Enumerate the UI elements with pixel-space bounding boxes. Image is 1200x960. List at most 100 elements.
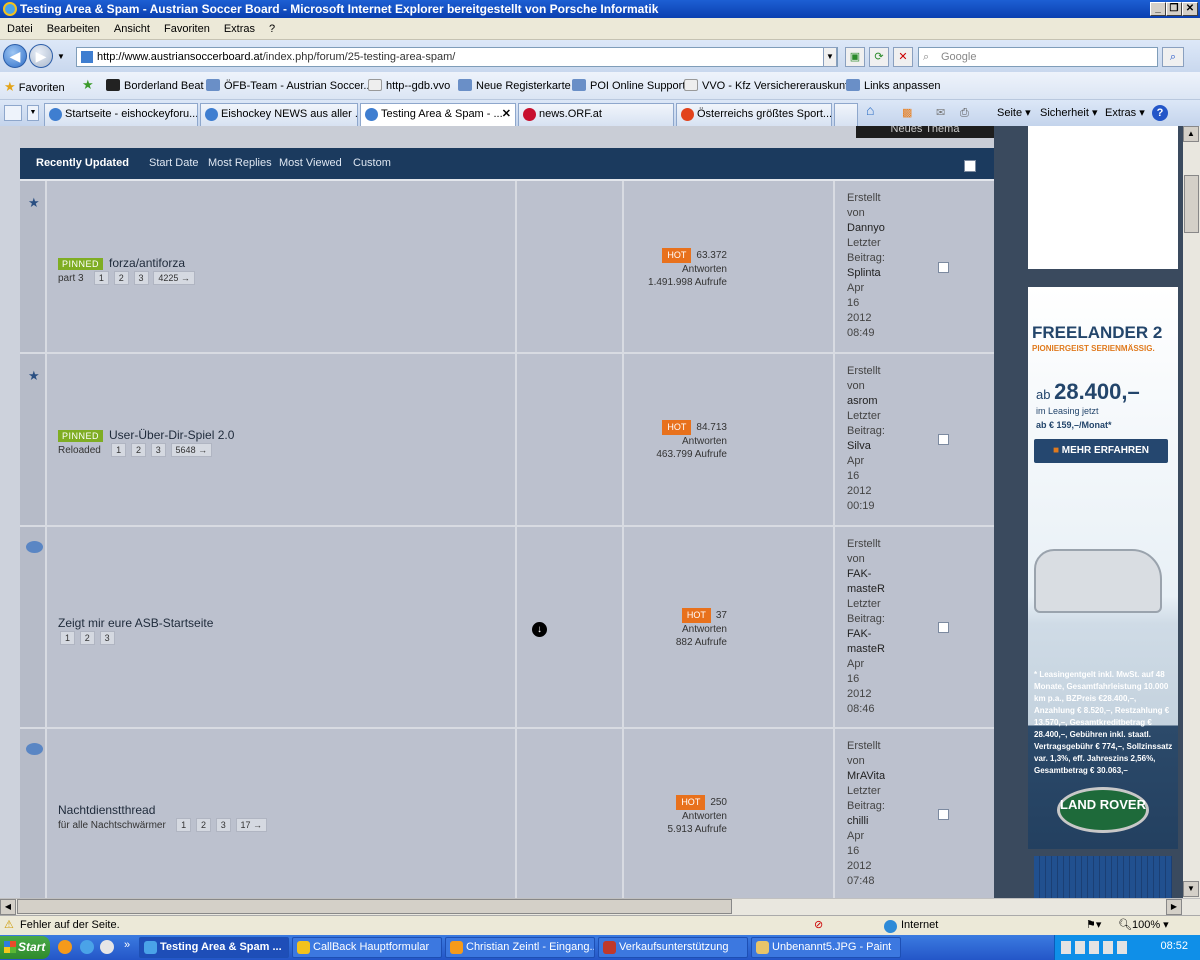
starter-username[interactable]: FAK-: [847, 567, 885, 582]
tab-eishockey-news[interactable]: Eishockey NEWS aus aller ...: [200, 103, 358, 126]
starter-username[interactable]: MrAVita: [847, 769, 885, 784]
page-link[interactable]: 2: [130, 443, 146, 457]
security-zone[interactable]: Internet: [901, 916, 938, 935]
fav-vvo-kfz[interactable]: VVO - Kfz Versichererauskunft: [684, 79, 851, 92]
menu-help[interactable]: ?: [262, 18, 282, 40]
back-button[interactable]: ◀: [3, 44, 27, 68]
close-tab-icon[interactable]: ✕: [502, 104, 511, 124]
topic-checkbox[interactable]: [938, 622, 949, 633]
last-poster-username[interactable]: Splinta: [847, 266, 885, 281]
fav-gdb-vvo[interactable]: http--gdb.vvo: [368, 79, 450, 92]
start-button[interactable]: Start: [0, 936, 50, 959]
tab-testing-area[interactable]: Testing Area & Spam - ... ✕: [360, 103, 516, 126]
tab-startseite[interactable]: Startseite - eishockeyforu...: [44, 103, 198, 126]
page-link[interactable]: 1: [176, 818, 192, 832]
refresh-icon[interactable]: ⟳: [869, 47, 889, 67]
topic-title[interactable]: Nachtdienstthread: [58, 803, 155, 817]
page-link[interactable]: 1: [93, 271, 109, 285]
scroll-up-icon[interactable]: ▲: [1183, 126, 1199, 142]
tab-list-dropdown-icon[interactable]: ▼: [27, 105, 39, 121]
home-icon[interactable]: ⌂: [866, 102, 874, 118]
fav-borderland-beat[interactable]: Borderland Beat: [106, 79, 204, 92]
fav-oefb-team[interactable]: ÖFB-Team - Austrian Soccer...: [206, 79, 373, 92]
land-rover-ad[interactable]: FREELANDER 2 PIONIERGEIST SERIENMÄSSIG. …: [1028, 287, 1178, 849]
menu-bearbeiten[interactable]: Bearbeiten: [40, 18, 107, 40]
extras-menu[interactable]: Extras ▾: [1105, 105, 1145, 121]
filter-most-replies[interactable]: Most Replies: [208, 157, 272, 169]
last-post-time[interactable]: 00:19: [847, 499, 885, 514]
select-all-checkbox[interactable]: [964, 160, 976, 172]
starter-username[interactable]: Dannyo: [847, 221, 885, 236]
last-page-link[interactable]: 17 →: [235, 818, 268, 832]
tab-news-orf[interactable]: news.ORF.at: [518, 103, 674, 126]
filter-start-date[interactable]: Start Date: [149, 157, 199, 169]
popup-blocker-icon[interactable]: ⚑▾: [1086, 916, 1101, 935]
filter-most-viewed[interactable]: Most Viewed: [279, 157, 342, 169]
new-tab-button[interactable]: [834, 103, 858, 126]
last-poster-username[interactable]: FAK-: [847, 627, 885, 642]
page-link[interactable]: 3: [150, 443, 166, 457]
minimize-button[interactable]: _: [1150, 2, 1166, 16]
task-testing-area[interactable]: Testing Area & Spam ...: [139, 937, 289, 958]
topic-title[interactable]: User-Über-Dir-Spiel 2.0: [109, 428, 234, 442]
zoom-level[interactable]: 🔍︎100% ▾: [1118, 916, 1169, 935]
stop-icon[interactable]: ✕: [893, 47, 913, 67]
topic-checkbox[interactable]: [938, 809, 949, 820]
compatibility-view-icon[interactable]: ▣: [845, 47, 865, 67]
seite-menu[interactable]: Seite ▾: [997, 105, 1031, 121]
media-quicklaunch-icon[interactable]: [100, 940, 114, 954]
quicklaunch-more-icon[interactable]: »: [124, 939, 130, 951]
feeds-icon[interactable]: ▩: [902, 105, 912, 121]
filter-custom[interactable]: Custom: [353, 157, 391, 169]
last-post-time[interactable]: 07:48: [847, 874, 885, 889]
ad-banner-grid[interactable]: [1034, 856, 1172, 898]
topic-checkbox[interactable]: [938, 434, 949, 445]
horizontal-scroll-thumb[interactable]: [17, 899, 732, 914]
last-poster-username[interactable]: chilli: [847, 814, 885, 829]
history-dropdown-icon[interactable]: ▼: [57, 52, 65, 61]
topic-title[interactable]: Zeigt mir eure ASB-Startseite: [58, 616, 213, 630]
fav-neue-registerkarte[interactable]: Neue Registerkarte: [458, 79, 571, 92]
search-icon[interactable]: ⌕: [1162, 47, 1184, 67]
page-link[interactable]: 2: [195, 818, 211, 832]
quicklaunch-icon[interactable]: [58, 940, 72, 954]
filter-recently-updated[interactable]: Recently Updated: [36, 157, 129, 169]
last-poster-username[interactable]: Silva: [847, 439, 885, 454]
quick-tabs-icon[interactable]: [4, 105, 22, 121]
vertical-scrollbar[interactable]: ▲ ▼: [1183, 126, 1200, 898]
starter-username[interactable]: masteR: [847, 582, 885, 597]
topic-checkbox[interactable]: [938, 262, 949, 273]
last-post-time[interactable]: 08:46: [847, 702, 885, 717]
last-post-time[interactable]: 08:49: [847, 326, 885, 341]
close-button[interactable]: ✕: [1182, 2, 1198, 16]
starter-username[interactable]: asrom: [847, 394, 885, 409]
status-message[interactable]: Fehler auf der Seite.: [20, 916, 120, 935]
fav-poi-online-support[interactable]: POI Online Support: [572, 79, 685, 92]
menu-favoriten[interactable]: Favoriten: [157, 18, 217, 40]
scroll-right-icon[interactable]: ▶: [1166, 899, 1182, 915]
topic-title[interactable]: forza/antiforza: [109, 256, 185, 270]
ad-banner-blank[interactable]: [1028, 126, 1178, 269]
task-paint[interactable]: Unbenannt5.JPG - Paint: [751, 937, 901, 958]
menu-ansicht[interactable]: Ansicht: [107, 18, 157, 40]
scroll-down-icon[interactable]: ▼: [1183, 881, 1199, 897]
restore-button[interactable]: ❐: [1166, 2, 1182, 16]
ad-more-button[interactable]: ■ MEHR ERFAHREN: [1034, 439, 1168, 463]
favorites-button[interactable]: ★ Favoriten: [4, 79, 65, 95]
page-link[interactable]: 3: [133, 271, 149, 285]
vertical-scroll-thumb[interactable]: [1184, 175, 1199, 233]
help-icon[interactable]: ?: [1152, 105, 1168, 121]
page-link[interactable]: 2: [79, 631, 95, 645]
page-link[interactable]: 2: [113, 271, 129, 285]
address-dropdown-icon[interactable]: ▼: [823, 47, 837, 67]
print-icon[interactable]: ⎙: [960, 105, 969, 121]
search-input[interactable]: ⌕ Google: [918, 47, 1158, 67]
page-link[interactable]: 3: [99, 631, 115, 645]
task-callback[interactable]: CallBack Hauptformular: [292, 937, 442, 958]
mail-icon[interactable]: ✉: [936, 105, 945, 121]
fav-links-anpassen[interactable]: Links anpassen: [846, 79, 940, 92]
page-link[interactable]: 1: [111, 443, 127, 457]
tray-icons[interactable]: [1061, 941, 1131, 954]
task-christian-zeintl[interactable]: Christian Zeintl - Eingang...: [445, 937, 595, 958]
sicherheit-menu[interactable]: Sicherheit ▾: [1040, 105, 1098, 121]
